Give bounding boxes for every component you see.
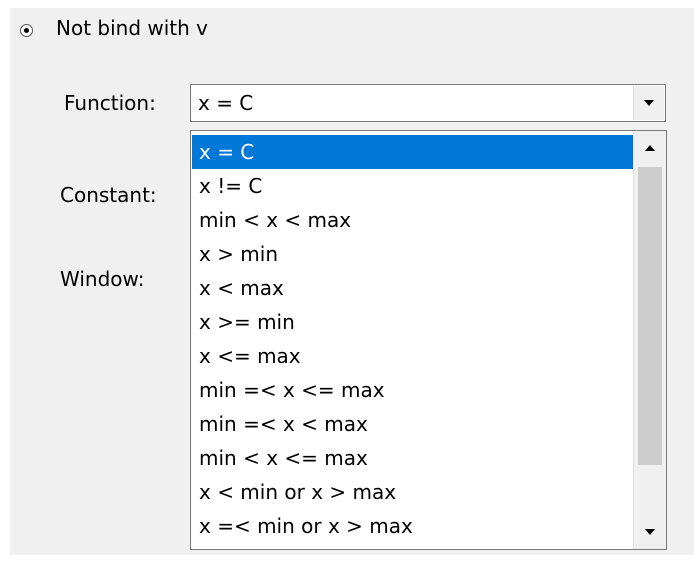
dropdown-option[interactable]: x != C bbox=[192, 169, 634, 203]
combobox-dropdown-button[interactable] bbox=[633, 86, 664, 120]
constant-label: Constant: bbox=[60, 183, 157, 207]
scrollbar-thumb[interactable] bbox=[638, 167, 662, 465]
dropdown-option[interactable]: x =< min or x > max bbox=[192, 509, 634, 543]
dropdown-option[interactable]: min =< x < max bbox=[192, 407, 634, 441]
function-label: Function: bbox=[64, 91, 156, 115]
dropdown-option[interactable]: x > min bbox=[192, 237, 634, 271]
function-combobox-value: x = C bbox=[198, 91, 254, 115]
radio-button-icon[interactable] bbox=[20, 24, 33, 37]
dropdown-option[interactable]: x = C bbox=[192, 135, 634, 169]
scroll-up-button[interactable] bbox=[635, 132, 665, 166]
dropdown-option[interactable]: min =< x <= max bbox=[192, 373, 634, 407]
dropdown-option[interactable]: x < min or x > max bbox=[192, 475, 634, 509]
window-label: Window: bbox=[60, 267, 145, 291]
dropdown-option[interactable]: min < x <= max bbox=[192, 441, 634, 475]
chevron-down-icon bbox=[644, 100, 654, 106]
chevron-down-icon bbox=[645, 529, 655, 535]
dropdown-option[interactable]: x >= min bbox=[192, 305, 634, 339]
radio-label: Not bind with v bbox=[56, 16, 209, 40]
function-combobox[interactable]: x = C bbox=[190, 84, 666, 122]
dropdown-scrollbar[interactable] bbox=[633, 131, 666, 549]
radio-not-bind[interactable]: Not bind with v bbox=[20, 13, 260, 43]
function-dropdown-list[interactable]: x = Cx != Cmin < x < max x > min x < max x … bbox=[190, 130, 667, 550]
dropdown-option[interactable]: min < x < max bbox=[192, 203, 634, 237]
dropdown-option[interactable]: x <= max bbox=[192, 339, 634, 373]
scroll-down-button[interactable] bbox=[635, 514, 665, 548]
dropdown-options: x = Cx != Cmin < x < max x > min x < max x … bbox=[192, 135, 634, 543]
dropdown-option[interactable]: x < max bbox=[192, 271, 634, 305]
chevron-up-icon bbox=[645, 145, 655, 151]
